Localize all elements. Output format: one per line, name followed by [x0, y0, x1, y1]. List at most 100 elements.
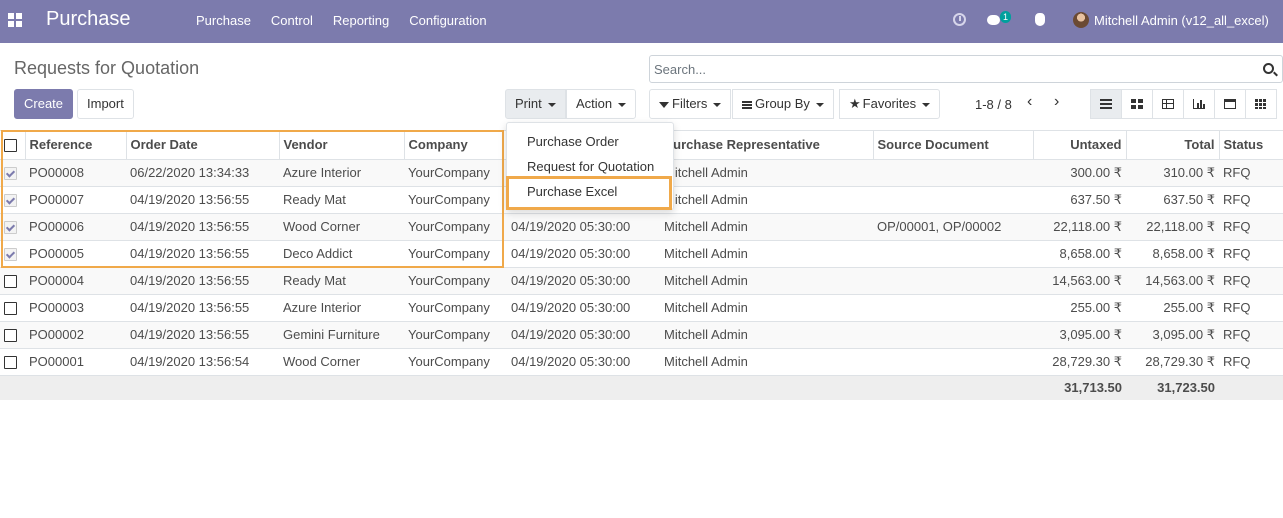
kanban-view-button[interactable]: [1121, 89, 1153, 119]
row-total: 28,729.30 ₹: [1126, 348, 1219, 376]
row-checkbox[interactable]: [4, 329, 17, 343]
row-total: 255.00 ₹: [1126, 294, 1219, 322]
table-row[interactable]: PO00004 04/19/2020 13:56:55 Ready Mat YourC…: [0, 267, 1283, 295]
view-switcher: [1090, 89, 1277, 119]
row-untaxed: 637.50 ₹: [1033, 186, 1126, 214]
app-title[interactable]: Purchase: [46, 8, 131, 31]
row-status: RFQ: [1219, 267, 1283, 295]
row-checkbox[interactable]: [4, 275, 17, 289]
row-select-cell[interactable]: [0, 159, 25, 187]
row-checkbox[interactable]: [4, 248, 17, 262]
footer-total-sum: 31,723.50: [1126, 375, 1219, 400]
col-order-date[interactable]: Order Date: [125, 131, 279, 160]
table-row[interactable]: PO00003 04/19/2020 13:56:55 Azure Interior…: [0, 294, 1283, 322]
row-source-document: [873, 348, 1033, 376]
row-source-document: [873, 267, 1033, 295]
row-source-document: [873, 240, 1033, 268]
menu-reporting[interactable]: Reporting: [323, 13, 389, 28]
row-select-cell[interactable]: [0, 267, 25, 295]
row-scheduled-date: 04/19/2020 05:30:00: [507, 321, 660, 349]
print-dropdown-button[interactable]: Print: [505, 89, 566, 119]
col-purchase-rep[interactable]: Purchase Representative: [659, 131, 873, 160]
menu-purchase[interactable]: Purchase: [186, 13, 251, 28]
search-icon[interactable]: [1263, 63, 1274, 74]
row-checkbox[interactable]: [4, 194, 17, 208]
favorites-button[interactable]: ★ Favorites: [839, 89, 941, 119]
search-input[interactable]: [654, 59, 1244, 79]
grid-view-button[interactable]: [1245, 89, 1277, 119]
col-company[interactable]: Company: [403, 131, 507, 160]
activity-clock-icon[interactable]: [953, 13, 966, 26]
col-vendor[interactable]: Vendor: [278, 131, 404, 160]
table-row[interactable]: PO00002 04/19/2020 13:56:55 Gemini Furnitu…: [0, 321, 1283, 349]
print-purchase-order-item[interactable]: Purchase Order: [527, 134, 619, 149]
row-reference: PO00004: [25, 267, 126, 295]
print-purchase-excel-item[interactable]: Purchase Excel: [527, 184, 617, 199]
row-checkbox[interactable]: [4, 356, 17, 370]
row-vendor: Ready Mat: [279, 186, 404, 214]
row-vendor: Wood Corner: [279, 213, 404, 241]
row-select-cell[interactable]: [0, 348, 25, 376]
print-rfq-item[interactable]: Request for Quotation: [527, 159, 654, 174]
kanban-view-icon: [1131, 99, 1143, 109]
row-purchase-rep: Mitchell Admin: [660, 321, 873, 349]
groupby-button[interactable]: Group By: [732, 89, 834, 119]
row-purchase-rep: Mitchell Admin: [660, 240, 873, 268]
pager-next-icon[interactable]: ›: [1054, 93, 1059, 111]
row-untaxed: 14,563.00 ₹: [1033, 267, 1126, 295]
col-status[interactable]: Status: [1218, 131, 1283, 160]
calendar-view-button[interactable]: [1214, 89, 1246, 119]
row-reference: PO00002: [25, 321, 126, 349]
user-avatar[interactable]: [1073, 12, 1089, 28]
col-reference[interactable]: Reference: [24, 131, 126, 160]
row-vendor: Deco Addict: [279, 240, 404, 268]
row-purchase-rep: Mitchell Admin: [660, 267, 873, 295]
row-status: RFQ: [1219, 159, 1283, 187]
graph-view-button[interactable]: [1183, 89, 1215, 119]
row-scheduled-date: 04/19/2020 05:30:00: [507, 240, 660, 268]
row-vendor: Wood Corner: [279, 348, 404, 376]
row-select-cell[interactable]: [0, 321, 25, 349]
col-source-document[interactable]: Source Document: [872, 131, 1033, 160]
import-button[interactable]: Import: [77, 89, 134, 119]
row-untaxed: 3,095.00 ₹: [1033, 321, 1126, 349]
row-checkbox[interactable]: [4, 302, 17, 316]
table-row[interactable]: PO00006 04/19/2020 13:56:55 Wood Corner You…: [0, 213, 1283, 241]
col-untaxed[interactable]: Untaxed: [1032, 131, 1126, 160]
list-view-button[interactable]: [1090, 89, 1122, 119]
action-dropdown-button[interactable]: Action: [566, 89, 637, 119]
row-status: RFQ: [1219, 294, 1283, 322]
row-select-cell[interactable]: [0, 186, 25, 214]
row-checkbox[interactable]: [4, 221, 17, 235]
row-checkbox[interactable]: [4, 167, 17, 181]
create-button[interactable]: Create: [14, 89, 74, 119]
user-menu[interactable]: Mitchell Admin (v12_all_excel): [1094, 13, 1269, 28]
select-all-cell[interactable]: [0, 131, 25, 160]
row-order-date: 04/19/2020 13:56:55: [126, 186, 279, 214]
row-order-date: 04/19/2020 13:56:55: [126, 213, 279, 241]
menu-configuration[interactable]: Configuration: [399, 13, 486, 28]
col-total[interactable]: Total: [1125, 131, 1219, 160]
row-reference: PO00007: [25, 186, 126, 214]
pager-previous-icon[interactable]: ‹: [1027, 93, 1032, 111]
row-source-document: OP/00001, OP/00002: [873, 213, 1033, 241]
row-select-cell[interactable]: [0, 240, 25, 268]
chat-icon[interactable]: [987, 15, 1000, 25]
menu-control[interactable]: Control: [261, 13, 313, 28]
row-scheduled-date: 04/19/2020 05:30:00: [507, 213, 660, 241]
table-row[interactable]: PO00001 04/19/2020 13:56:54 Wood Corner You…: [0, 348, 1283, 376]
row-company: YourCompany: [404, 321, 507, 349]
pager-value[interactable]: 1-8 / 8: [975, 97, 1012, 112]
row-company: YourCompany: [404, 186, 507, 214]
row-source-document: [873, 294, 1033, 322]
pivot-view-button[interactable]: [1152, 89, 1184, 119]
debug-bug-icon[interactable]: [1035, 13, 1045, 26]
select-all-checkbox[interactable]: [4, 139, 17, 153]
row-untaxed: 28,729.30 ₹: [1033, 348, 1126, 376]
filters-button[interactable]: Filters: [649, 89, 732, 119]
row-select-cell[interactable]: [0, 294, 25, 322]
table-row[interactable]: PO00005 04/19/2020 13:56:55 Deco Addict You…: [0, 240, 1283, 268]
row-reference: PO00005: [25, 240, 126, 268]
apps-menu-icon[interactable]: [8, 13, 22, 27]
row-select-cell[interactable]: [0, 213, 25, 241]
